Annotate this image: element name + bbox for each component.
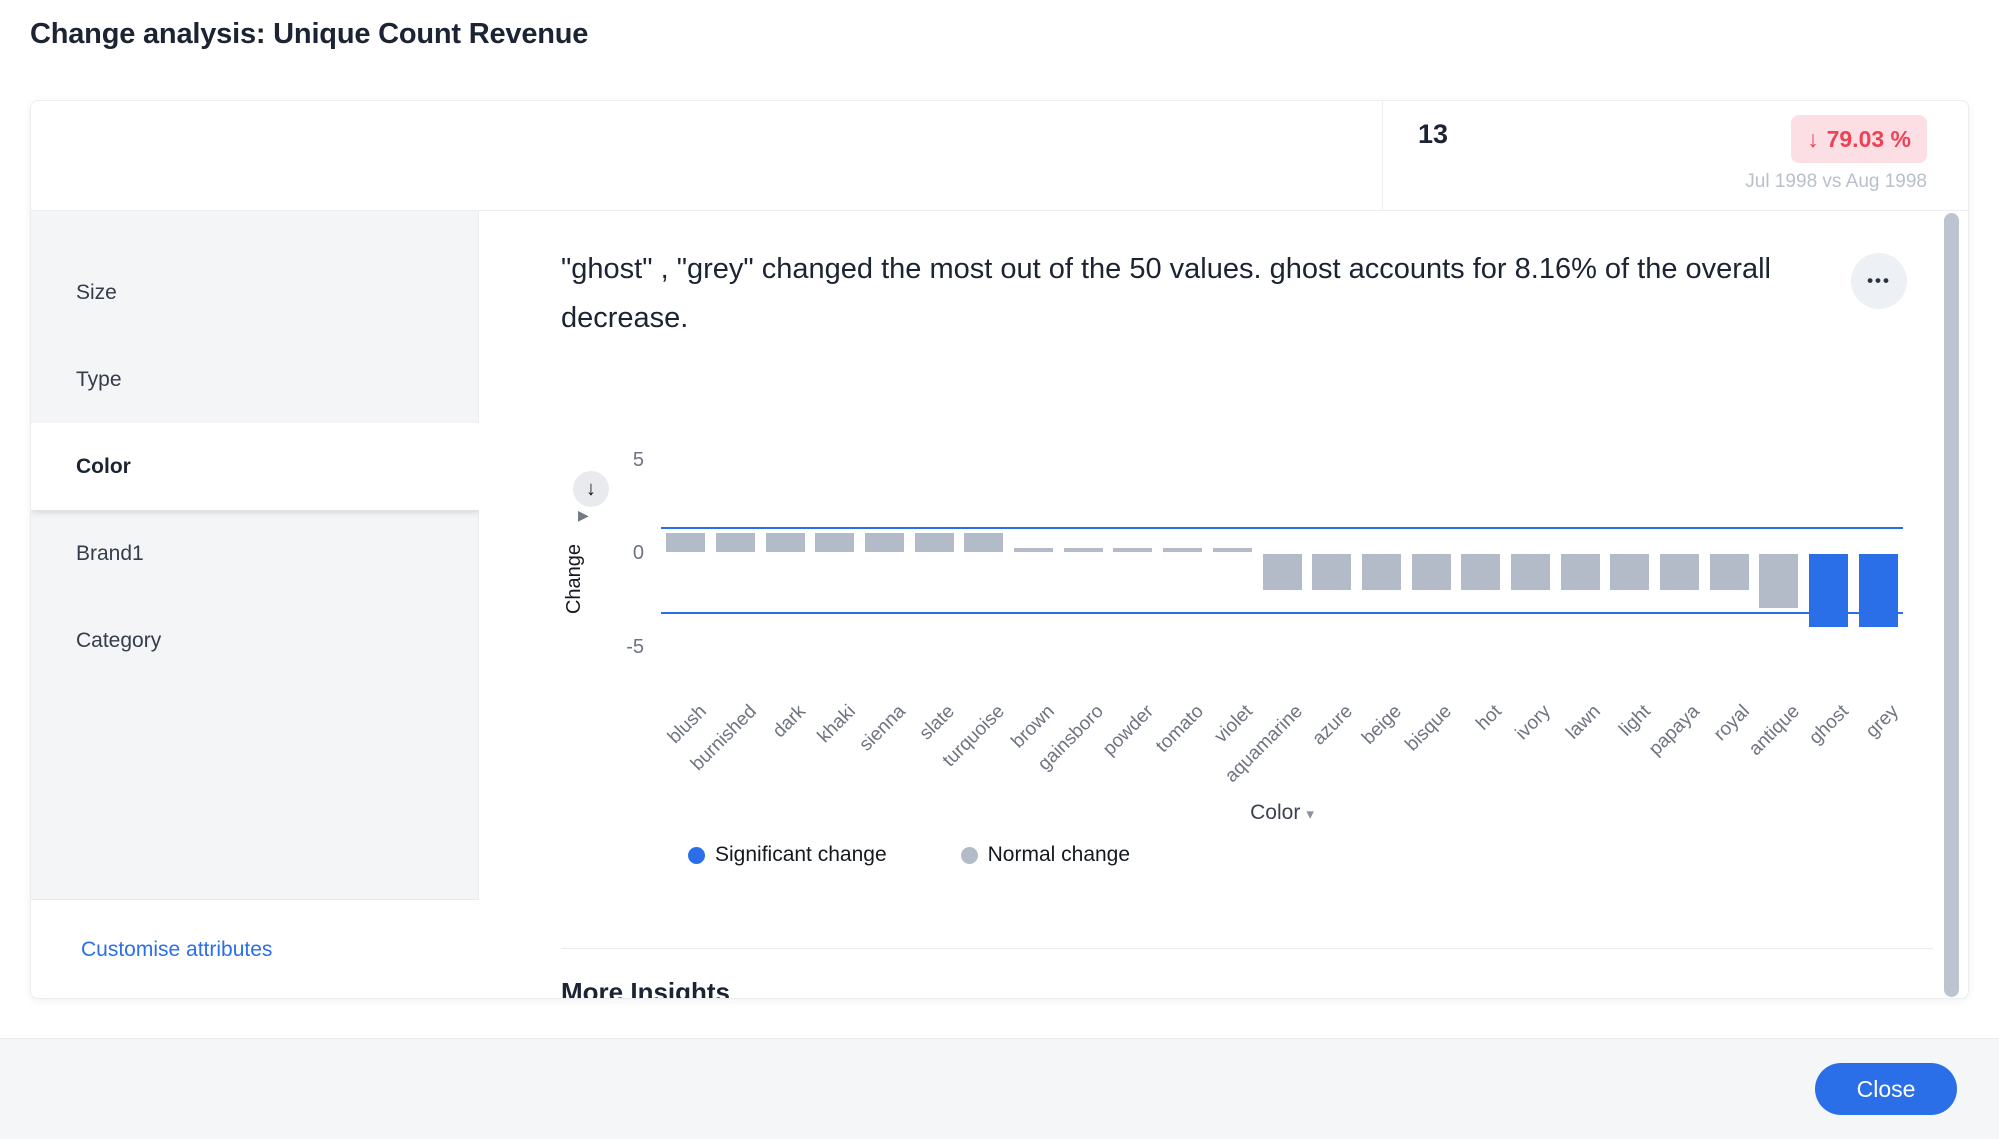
sidebar-footer: Customise attributes <box>31 899 479 999</box>
down-arrow-icon: ↓ <box>586 478 596 501</box>
sidebar-item-label: Category <box>76 629 161 653</box>
bar-hot[interactable] <box>1461 554 1500 590</box>
bar-khaki[interactable] <box>815 533 854 552</box>
threshold-line <box>661 527 1903 529</box>
vertical-scrollbar[interactable] <box>1944 213 1959 997</box>
bar-azure[interactable] <box>1312 554 1351 590</box>
bar-beige[interactable] <box>1362 554 1401 590</box>
bar-brown[interactable] <box>1014 548 1053 552</box>
analysis-card: 13 ↓ 79.03 % Jul 1998 vs Aug 1998 Size Typ… <box>30 100 1969 999</box>
sidebar-item-label: Size <box>76 281 117 305</box>
bar-burnished[interactable] <box>716 533 755 552</box>
main-panel: "ghost" , "grey" changed the most out of… <box>479 211 1969 999</box>
legend-item-normal[interactable]: Normal change <box>961 843 1130 867</box>
bar-papaya[interactable] <box>1660 554 1699 590</box>
bar-light[interactable] <box>1610 554 1649 590</box>
bar-antique[interactable] <box>1759 554 1798 608</box>
bar-violet[interactable] <box>1213 548 1252 552</box>
legend-item-significant[interactable]: Significant change <box>688 843 887 867</box>
bar-slate[interactable] <box>915 533 954 552</box>
bar-ghost[interactable] <box>1809 554 1848 627</box>
sidebar-item-category[interactable]: Category <box>31 597 478 684</box>
y-axis-tick-label: 5 <box>584 447 644 473</box>
bar-gainsboro[interactable] <box>1064 548 1103 552</box>
expand-axis-icon[interactable]: ▶ <box>578 507 589 524</box>
page-title: Change analysis: Unique Count Revenue <box>30 18 588 51</box>
bar-tomato[interactable] <box>1163 548 1202 552</box>
sidebar-item-size[interactable]: Size <box>31 249 478 336</box>
customise-attributes-link[interactable]: Customise attributes <box>81 938 272 962</box>
change-count-value: 13 <box>1418 119 1448 150</box>
legend-dot-normal <box>961 847 978 864</box>
bar-lawn[interactable] <box>1561 554 1600 590</box>
sidebar-item-label: Color <box>76 455 131 479</box>
change-percent-value: 79.03 % <box>1827 126 1911 152</box>
bar-dark[interactable] <box>766 533 805 552</box>
bar-aquamarine[interactable] <box>1263 554 1302 590</box>
bar-bisque[interactable] <box>1412 554 1451 590</box>
bar-royal[interactable] <box>1710 554 1749 590</box>
sidebar-item-label: Brand1 <box>76 542 144 566</box>
bar-blush[interactable] <box>666 533 705 552</box>
band-divider <box>1382 101 1383 211</box>
dialog-footer: Close <box>0 1038 1999 1139</box>
bar-powder[interactable] <box>1113 548 1152 552</box>
sidebar-items: Size Type Color Brand1 Category <box>31 249 478 684</box>
change-percent-badge: ↓ 79.03 % <box>1791 115 1927 163</box>
bar-sienna[interactable] <box>865 533 904 552</box>
change-analysis-dialog: Change analysis: Unique Count Revenue 13… <box>0 0 1999 1139</box>
sidebar-item-brand1[interactable]: Brand1 <box>31 510 478 597</box>
y-axis-tick-label: 0 <box>584 540 644 566</box>
sidebar-item-type[interactable]: Type <box>31 336 478 423</box>
legend-dot-significant <box>688 847 705 864</box>
bar-grey[interactable] <box>1859 554 1898 627</box>
more-insights-heading: More Insights <box>561 977 730 999</box>
threshold-line <box>661 612 1903 614</box>
y-axis-title: Change <box>563 519 587 639</box>
sidebar-item-color[interactable]: Color <box>31 423 478 510</box>
sidebar-item-label: Type <box>76 368 122 392</box>
change-bar-chart: Change ↓ ▶ Color▾ Significant change Nor… <box>479 211 1969 999</box>
summary-band: 13 ↓ 79.03 % Jul 1998 vs Aug 1998 <box>31 101 1968 211</box>
comparison-period-label: Jul 1998 vs Aug 1998 <box>1745 171 1927 193</box>
sort-descending-button[interactable]: ↓ <box>573 471 609 507</box>
legend-label: Significant change <box>715 843 887 867</box>
chart-legend: Significant change Normal change <box>688 843 1130 867</box>
legend-label: Normal change <box>988 843 1130 867</box>
bar-ivory[interactable] <box>1511 554 1550 590</box>
section-divider <box>561 948 1933 949</box>
close-button[interactable]: Close <box>1815 1063 1957 1115</box>
attribute-sidebar: Size Type Color Brand1 Category Customise at… <box>31 211 479 999</box>
y-axis-tick-label: -5 <box>584 634 644 660</box>
bar-turquoise[interactable] <box>964 533 1003 552</box>
decrease-arrow-icon: ↓ <box>1807 126 1819 152</box>
